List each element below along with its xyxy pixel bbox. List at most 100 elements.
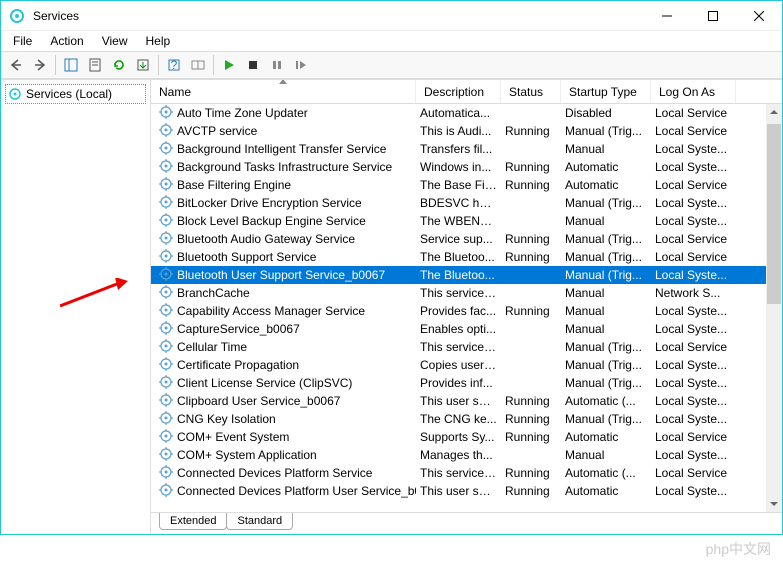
table-row[interactable]: Bluetooth Support ServiceThe Bluetoo...R… <box>151 248 782 266</box>
table-row[interactable]: Auto Time Zone UpdaterAutomatica...Disab… <box>151 104 782 122</box>
menubar: File Action View Help <box>1 31 782 51</box>
cell-description: Provides fac... <box>416 304 501 318</box>
table-row[interactable]: Background Intelligent Transfer ServiceT… <box>151 140 782 158</box>
cell-description: This user ser... <box>416 484 501 498</box>
column-description[interactable]: Description <box>416 80 501 103</box>
cell-description: Service sup... <box>416 232 501 246</box>
refresh-button[interactable] <box>108 54 130 76</box>
table-row[interactable]: Connected Devices Platform ServiceThis s… <box>151 464 782 482</box>
column-name[interactable]: Name <box>151 80 416 103</box>
table-row[interactable]: Client License Service (ClipSVC)Provides… <box>151 374 782 392</box>
help-button[interactable]: ? <box>163 54 185 76</box>
cell-startup: Disabled <box>561 106 651 120</box>
scroll-thumb[interactable] <box>767 124 781 304</box>
menu-action[interactable]: Action <box>42 32 91 50</box>
export-button[interactable] <box>132 54 154 76</box>
column-startup-type[interactable]: Startup Type <box>561 80 651 103</box>
cell-status: Running <box>501 178 561 192</box>
tab-standard[interactable]: Standard <box>226 513 293 530</box>
gear-icon <box>159 195 173 212</box>
cell-logon: Local Service <box>651 340 736 354</box>
cell-name: BranchCache <box>151 285 416 302</box>
table-row[interactable]: Cellular TimeThis service ...Manual (Tri… <box>151 338 782 356</box>
close-button[interactable] <box>736 1 782 31</box>
cell-name: Connected Devices Platform Service <box>151 465 416 482</box>
sort-ascending-icon <box>279 80 287 84</box>
menu-help[interactable]: Help <box>138 32 179 50</box>
menu-file[interactable]: File <box>5 32 40 50</box>
forward-button[interactable] <box>29 54 51 76</box>
cell-status: Running <box>501 250 561 264</box>
cell-name: Connected Devices Platform User Service_… <box>151 483 416 500</box>
cell-description: Enables opti... <box>416 322 501 336</box>
menu-view[interactable]: View <box>94 32 136 50</box>
cell-name: AVCTP service <box>151 123 416 140</box>
cell-logon: Local Syste... <box>651 268 736 282</box>
table-row[interactable]: Background Tasks Infrastructure ServiceW… <box>151 158 782 176</box>
stop-service-button[interactable] <box>242 54 264 76</box>
table-row[interactable]: Clipboard User Service_b0067This user se… <box>151 392 782 410</box>
gear-icon <box>159 393 173 410</box>
toolbar-icon[interactable] <box>187 54 209 76</box>
cell-name: Client License Service (ClipSVC) <box>151 375 416 392</box>
table-body[interactable]: Auto Time Zone UpdaterAutomatica...Disab… <box>151 104 782 512</box>
table-row[interactable]: Block Level Backup Engine ServiceThe WBE… <box>151 212 782 230</box>
vertical-scrollbar[interactable] <box>766 104 782 512</box>
table-row[interactable]: COM+ System ApplicationManages th...Manu… <box>151 446 782 464</box>
table-row[interactable]: CaptureService_b0067Enables opti... Manua… <box>151 320 782 338</box>
cell-startup: Manual (Trig... <box>561 268 651 282</box>
cell-logon: Local Syste... <box>651 160 736 174</box>
gear-icon <box>159 123 173 140</box>
table-row[interactable]: BranchCacheThis service ...ManualNetwork… <box>151 284 782 302</box>
cell-description: Transfers fil... <box>416 142 501 156</box>
cell-description: This service ... <box>416 340 501 354</box>
minimize-button[interactable] <box>644 1 690 31</box>
cell-logon: Local Syste... <box>651 394 736 408</box>
show-hide-tree-button[interactable] <box>60 54 82 76</box>
scroll-up-button[interactable] <box>766 104 782 120</box>
cell-name: CaptureService_b0067 <box>151 321 416 338</box>
pause-service-button[interactable] <box>266 54 288 76</box>
back-button[interactable] <box>5 54 27 76</box>
column-status[interactable]: Status <box>501 80 561 103</box>
cell-logon: Local Service <box>651 124 736 138</box>
cell-logon: Local Syste... <box>651 412 736 426</box>
gear-icon <box>159 177 173 194</box>
tab-extended[interactable]: Extended <box>159 513 227 530</box>
cell-startup: Automatic <box>561 484 651 498</box>
maximize-button[interactable] <box>690 1 736 31</box>
column-log-on-as[interactable]: Log On As <box>651 80 736 103</box>
properties-button[interactable] <box>84 54 106 76</box>
start-service-button[interactable] <box>218 54 240 76</box>
tree-item-services-local[interactable]: Services (Local) <box>5 84 146 104</box>
table-row[interactable]: Bluetooth Audio Gateway ServiceService s… <box>151 230 782 248</box>
cell-status: Running <box>501 484 561 498</box>
cell-description: This service ... <box>416 286 501 300</box>
table-row[interactable]: BitLocker Drive Encryption ServiceBDESVC… <box>151 194 782 212</box>
table-row[interactable]: AVCTP serviceThis is Audi...RunningManua… <box>151 122 782 140</box>
cell-logon: Local Syste... <box>651 448 736 462</box>
table-row[interactable]: Certificate PropagationCopies user ...Ma… <box>151 356 782 374</box>
cell-logon: Local Service <box>651 250 736 264</box>
table-row[interactable]: Base Filtering EngineThe Base Fil...Runn… <box>151 176 782 194</box>
cell-description: Windows in... <box>416 160 501 174</box>
cell-startup: Manual <box>561 322 651 336</box>
restart-service-button[interactable] <box>290 54 312 76</box>
tree-pane: Services (Local) <box>1 80 151 534</box>
scroll-down-button[interactable] <box>766 496 782 512</box>
gear-icon <box>159 411 173 428</box>
cell-description: Automatica... <box>416 106 501 120</box>
cell-name: Capability Access Manager Service <box>151 303 416 320</box>
table-row[interactable]: COM+ Event SystemSupports Sy...RunningAu… <box>151 428 782 446</box>
titlebar[interactable]: Services <box>1 1 782 31</box>
table-row[interactable]: Bluetooth User Support Service_b0067The … <box>151 266 782 284</box>
cell-logon: Local Syste... <box>651 376 736 390</box>
gear-icon <box>159 339 173 356</box>
table-row[interactable]: Capability Access Manager ServiceProvide… <box>151 302 782 320</box>
table-row[interactable]: CNG Key IsolationThe CNG ke...RunningMan… <box>151 410 782 428</box>
cell-status: Running <box>501 466 561 480</box>
table-row[interactable]: Connected Devices Platform User Service_… <box>151 482 782 500</box>
cell-logon: Local Service <box>651 106 736 120</box>
cell-startup: Manual (Trig... <box>561 358 651 372</box>
cell-logon: Local Syste... <box>651 304 736 318</box>
